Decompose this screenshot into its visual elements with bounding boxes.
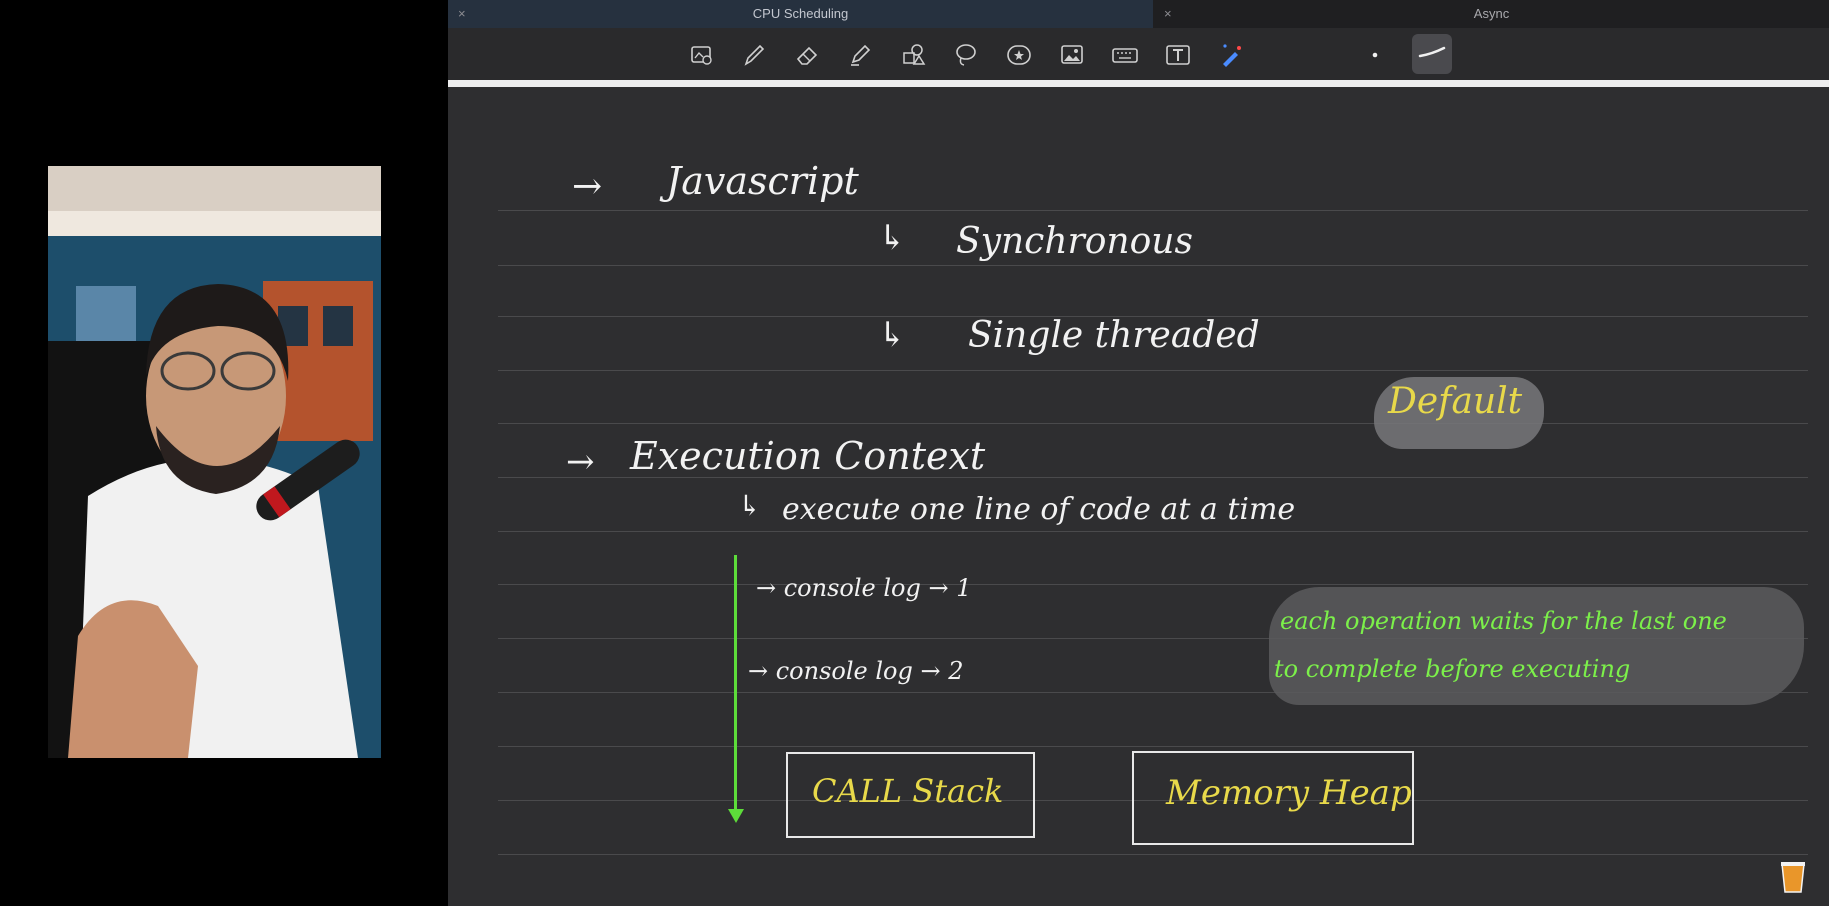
ruled-line bbox=[498, 854, 1808, 855]
tab-async[interactable]: × Async bbox=[1154, 0, 1829, 28]
single-threaded-text: Single threaded bbox=[968, 315, 1260, 356]
close-tab-icon[interactable]: × bbox=[1164, 0, 1172, 28]
highlighter-icon[interactable] bbox=[845, 40, 875, 70]
pen-stroke-selected[interactable] bbox=[1412, 34, 1452, 74]
image-icon[interactable] bbox=[1057, 40, 1087, 70]
console-log-1: → console log → 1 bbox=[756, 574, 972, 602]
arrow-bullet: → bbox=[572, 166, 603, 207]
dot-size-icon[interactable] bbox=[1360, 40, 1390, 70]
ruled-line bbox=[498, 584, 1808, 585]
text-box-icon[interactable] bbox=[1163, 40, 1193, 70]
tab-label: CPU Scheduling bbox=[752, 6, 849, 21]
call-stack-label: CALL Stack bbox=[812, 772, 1004, 810]
drawing-toolbar bbox=[448, 28, 1829, 80]
memory-heap-box: Memory Heap bbox=[1132, 751, 1414, 845]
flow-arrow-head bbox=[728, 809, 744, 823]
arrow-bullet: → bbox=[566, 442, 595, 482]
lasso-icon[interactable] bbox=[951, 40, 981, 70]
eraser-icon[interactable] bbox=[792, 40, 822, 70]
execute-line-text: execute one line of code at a time bbox=[782, 492, 1296, 527]
laser-pointer-icon[interactable] bbox=[1216, 40, 1246, 70]
tab-bar: × CPU Scheduling × Async bbox=[448, 0, 1829, 28]
presenter-image bbox=[48, 166, 381, 758]
flow-arrow-line bbox=[734, 555, 737, 817]
ruled-line bbox=[498, 370, 1808, 371]
page-edge bbox=[448, 80, 1829, 87]
execution-context-heading: Execution Context bbox=[630, 434, 986, 478]
memory-heap-label: Memory Heap bbox=[1166, 773, 1412, 813]
console-log-2: → console log → 2 bbox=[748, 657, 964, 685]
note-canvas[interactable]: → Javascript ↳ Synchronous ↳ Single thre… bbox=[448, 87, 1829, 906]
note-line-1: each operation waits for the last one bbox=[1280, 607, 1727, 635]
ruled-line bbox=[498, 746, 1808, 747]
webcam-video bbox=[48, 166, 381, 758]
corner-arrow: ↳ bbox=[878, 218, 907, 258]
synchronous-text: Synchronous bbox=[956, 221, 1193, 262]
javascript-heading: Javascript bbox=[666, 159, 859, 203]
tab-cpu-scheduling[interactable]: × CPU Scheduling bbox=[448, 0, 1153, 28]
ruled-line bbox=[498, 531, 1808, 532]
ruled-line bbox=[498, 423, 1808, 424]
shapes-icon[interactable] bbox=[898, 40, 928, 70]
note-highlight bbox=[1269, 587, 1804, 705]
corner-arrow: ↳ bbox=[738, 489, 762, 522]
default-label: Default bbox=[1388, 381, 1523, 422]
channel-logo-icon bbox=[1778, 860, 1808, 896]
corner-arrow: ↳ bbox=[878, 315, 907, 355]
close-tab-icon[interactable]: × bbox=[458, 0, 466, 28]
call-stack-box: CALL Stack bbox=[786, 752, 1035, 838]
image-text-icon[interactable] bbox=[687, 40, 717, 70]
notes-app-window: × CPU Scheduling × Async → Javascript ↳ … bbox=[448, 0, 1829, 906]
sticker-icon[interactable] bbox=[1004, 40, 1034, 70]
ruled-line bbox=[498, 265, 1808, 266]
keyboard-icon[interactable] bbox=[1110, 40, 1140, 70]
note-line-2: to complete before executing bbox=[1274, 655, 1631, 683]
ruled-line bbox=[498, 210, 1808, 211]
pen-icon[interactable] bbox=[739, 40, 769, 70]
tab-label: Async bbox=[1473, 6, 1510, 21]
pen-stroke-icon bbox=[1418, 46, 1446, 58]
